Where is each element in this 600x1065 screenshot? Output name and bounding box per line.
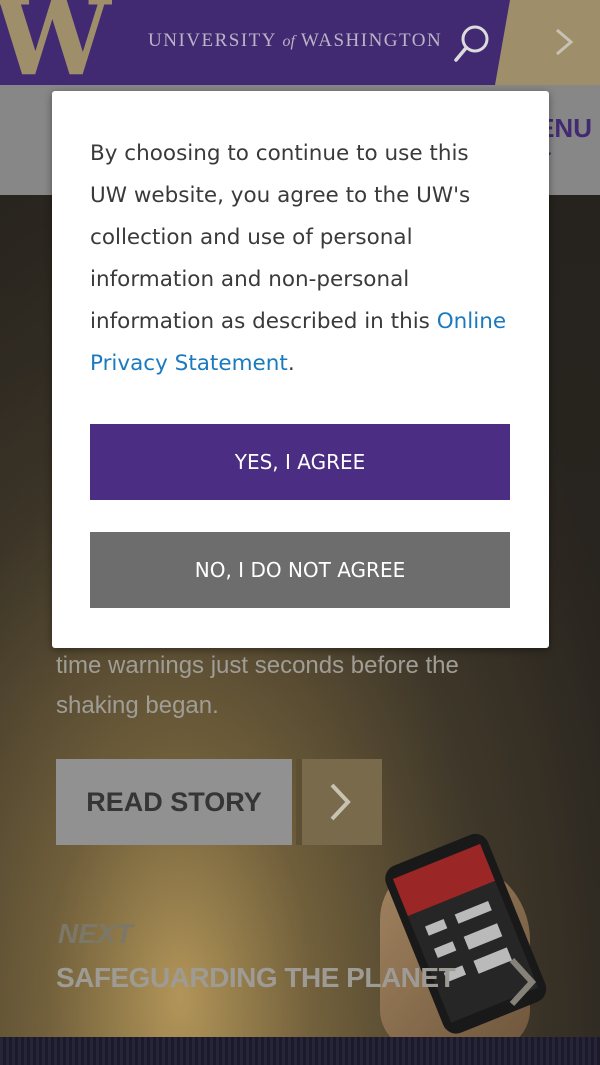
decline-button[interactable]: NO, I DO NOT AGREE	[90, 532, 510, 608]
privacy-consent-dialog: By choosing to continue to use this UW w…	[52, 91, 549, 648]
consent-message: By choosing to continue to use this UW w…	[90, 133, 510, 385]
consent-message-text: By choosing to continue to use this UW w…	[90, 141, 471, 334]
agree-button[interactable]: YES, I AGREE	[90, 424, 510, 500]
consent-message-period: .	[287, 351, 295, 376]
